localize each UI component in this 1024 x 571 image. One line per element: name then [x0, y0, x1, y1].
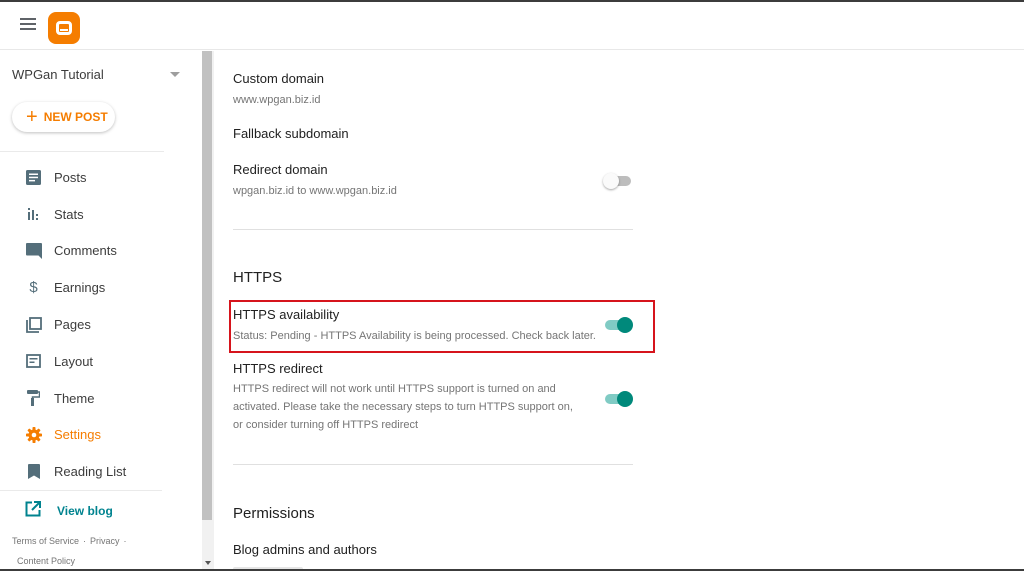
sidebar-item-label: Comments	[54, 243, 117, 259]
dollar-icon: $	[29, 279, 38, 297]
blogger-logo-icon[interactable]	[48, 12, 80, 44]
highlight-annotation-box	[229, 300, 655, 353]
external-link-icon	[25, 501, 41, 520]
sidebar-item-comments[interactable]: Comments	[0, 233, 190, 270]
scroll-down-arrow-icon[interactable]	[205, 561, 211, 565]
sidebar-nav: Posts Stats Comments $ Earnings Pages La…	[0, 159, 190, 490]
scrollbar-thumb[interactable]	[202, 51, 212, 520]
sidebar: WPGan Tutorial + NEW POST Posts Stats Co…	[0, 51, 202, 569]
terms-of-service-link[interactable]: Terms of Service	[12, 536, 79, 546]
sidebar-item-label: Settings	[54, 427, 101, 443]
paint-roller-icon	[25, 390, 42, 407]
https-section-title: HTTPS	[233, 269, 283, 286]
divider	[0, 151, 164, 152]
gear-icon	[25, 426, 42, 443]
setting-label: Custom domain	[233, 71, 325, 86]
hamburger-menu-icon[interactable]	[20, 18, 36, 32]
custom-domain-setting[interactable]: Custom domain www.wpgan.biz.id	[233, 71, 633, 109]
setting-value: www.wpgan.biz.id	[233, 94, 321, 106]
stats-icon	[25, 206, 42, 223]
sidebar-item-label: Posts	[54, 169, 87, 185]
view-blog-link[interactable]: View blog	[25, 501, 113, 520]
divider	[0, 490, 162, 491]
redirect-domain-toggle[interactable]	[603, 173, 633, 189]
setting-label: Redirect domain	[233, 162, 328, 177]
https-redirect-toggle[interactable]	[603, 391, 633, 407]
https-redirect-setting: HTTPS redirect HTTPS redirect will not w…	[233, 361, 633, 434]
footer-links: Terms of Service · Privacy · Content Policy	[12, 531, 152, 571]
view-blog-label: View blog	[57, 503, 113, 518]
content-policy-link[interactable]: Content Policy	[17, 556, 75, 566]
posts-icon	[25, 169, 42, 186]
sidebar-item-settings[interactable]: Settings	[0, 417, 190, 454]
blog-selector[interactable]: WPGan Tutorial	[12, 67, 182, 87]
sidebar-item-stats[interactable]: Stats	[0, 196, 190, 233]
setting-value: wpgan.biz.id to www.wpgan.biz.id	[233, 185, 397, 197]
permissions-section-title: Permissions	[233, 505, 315, 522]
comments-icon	[25, 242, 42, 259]
sidebar-item-reading-list[interactable]: Reading List	[0, 453, 190, 490]
dropdown-caret-icon	[170, 72, 180, 77]
sidebar-item-theme[interactable]: Theme	[0, 380, 190, 417]
section-divider	[233, 229, 633, 230]
sidebar-item-earnings[interactable]: $ Earnings	[0, 269, 190, 306]
separator: ·	[83, 536, 87, 546]
sidebar-item-label: Layout	[54, 353, 94, 369]
section-divider	[233, 464, 633, 465]
bookmark-icon	[25, 463, 42, 480]
redirect-domain-setting: Redirect domain wpgan.biz.id to www.wpga…	[233, 162, 633, 200]
sidebar-item-label: Reading List	[54, 464, 127, 480]
fallback-subdomain-setting[interactable]: Fallback subdomain	[233, 126, 633, 141]
sidebar-item-label: Pages	[54, 317, 91, 333]
blog-admins-setting[interactable]: Blog admins and authors	[233, 542, 633, 557]
setting-label: Blog admins and authors	[233, 542, 377, 557]
blog-name: WPGan Tutorial	[12, 67, 104, 82]
sidebar-item-label: Stats	[54, 206, 84, 222]
sidebar-item-posts[interactable]: Posts	[0, 159, 190, 196]
separator: ·	[123, 536, 127, 546]
sidebar-item-label: Earnings	[54, 280, 106, 296]
setting-label: HTTPS redirect	[233, 361, 323, 376]
privacy-link[interactable]: Privacy	[90, 536, 120, 546]
https-redirect-description: HTTPS redirect will not work until HTTPS…	[233, 383, 573, 431]
new-post-button[interactable]: + NEW POST	[12, 102, 115, 132]
sidebar-item-layout[interactable]: Layout	[0, 343, 190, 380]
app-header	[0, 2, 1024, 50]
setting-label: Fallback subdomain	[233, 126, 349, 141]
sidebar-item-pages[interactable]: Pages	[0, 306, 190, 343]
new-post-label: NEW POST	[43, 110, 108, 124]
pages-icon	[25, 316, 42, 333]
sidebar-item-label: Theme	[54, 390, 95, 406]
plus-icon: +	[26, 106, 38, 128]
layout-icon	[25, 353, 42, 370]
